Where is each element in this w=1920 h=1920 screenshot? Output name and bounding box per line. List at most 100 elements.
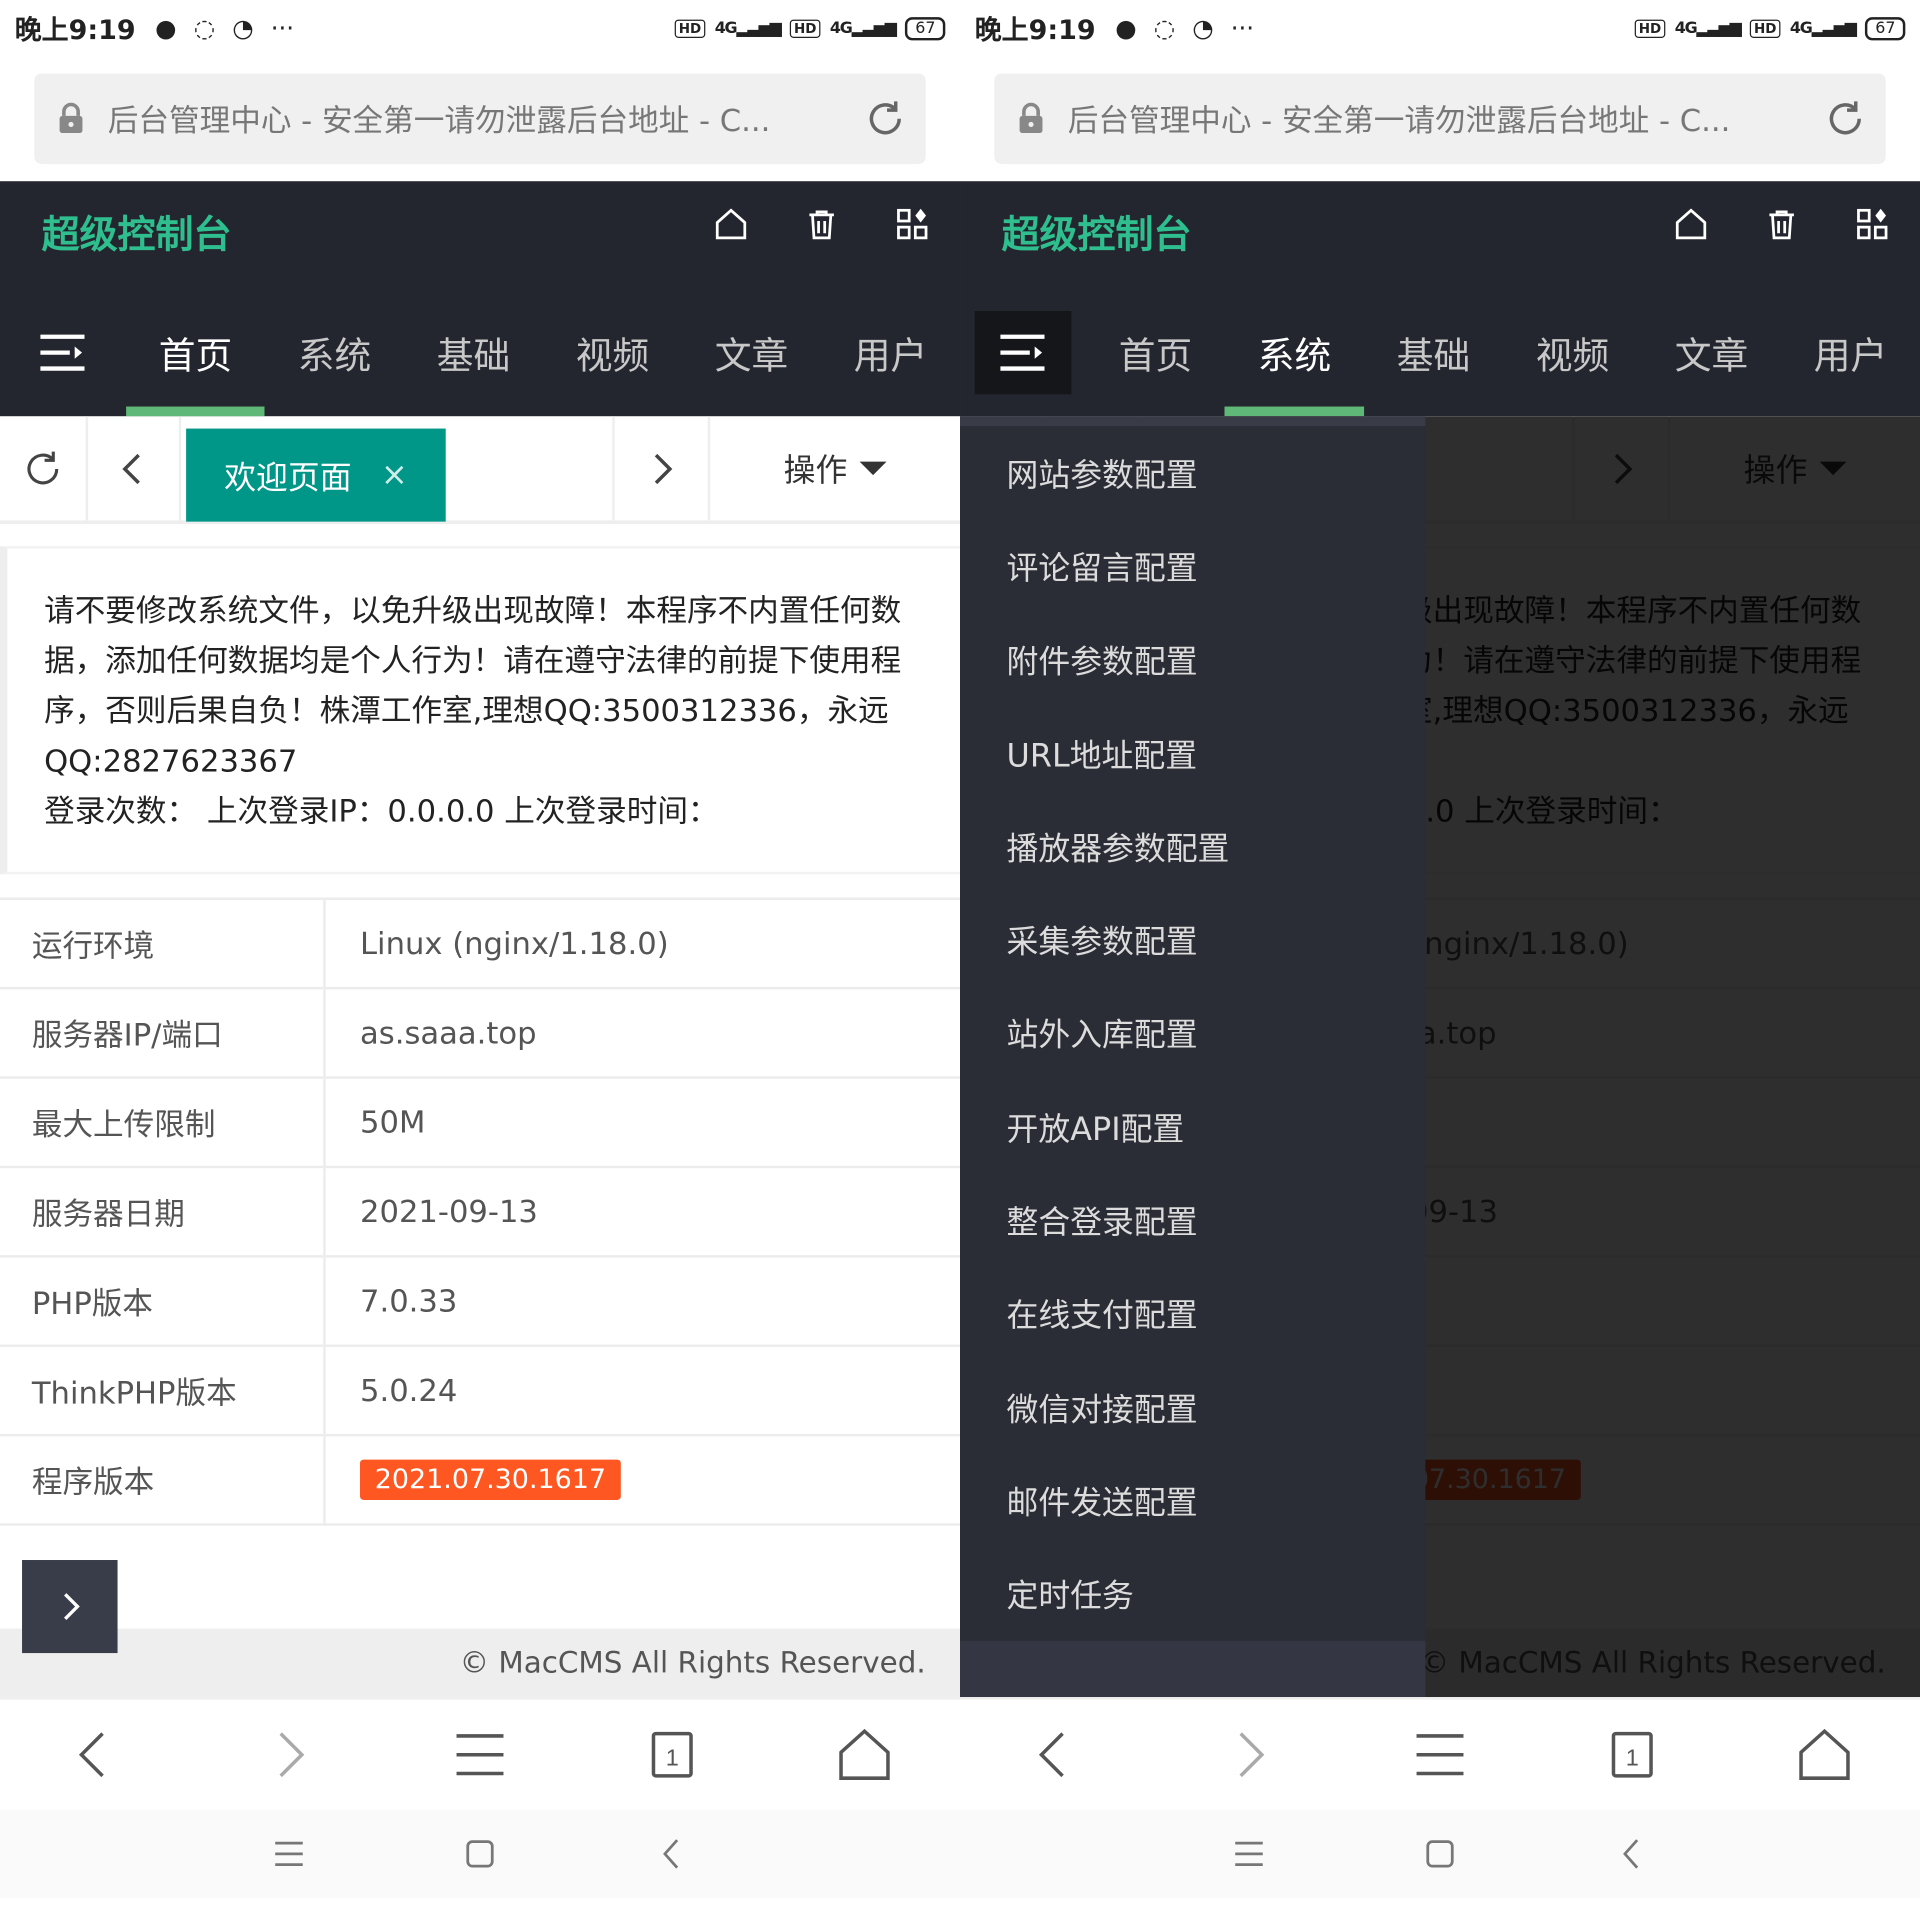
home-square-icon[interactable] bbox=[462, 1836, 499, 1873]
info-value: 50M bbox=[324, 1076, 961, 1167]
hd-badge: HD bbox=[1635, 18, 1665, 38]
back-triangle-icon[interactable] bbox=[1613, 1836, 1650, 1873]
refresh-icon bbox=[27, 451, 59, 484]
reload-icon[interactable] bbox=[1825, 98, 1867, 140]
menu-icon[interactable] bbox=[452, 1727, 508, 1783]
menu-item-attachment-config[interactable]: 附件参数配置 bbox=[960, 613, 1425, 706]
back-triangle-icon[interactable] bbox=[653, 1836, 690, 1873]
menu-toggle-button[interactable] bbox=[15, 311, 112, 394]
page-title[interactable]: 后台管理中心 - 安全第一请勿泄露后台地址 - C... bbox=[108, 97, 855, 141]
info-value: Linux (nginx/1.18.0) bbox=[324, 897, 961, 989]
forward-icon[interactable] bbox=[1220, 1727, 1276, 1783]
menu-item-comment-config[interactable]: 评论留言配置 bbox=[960, 520, 1425, 613]
version-badge: 2021.07.30.1617 bbox=[360, 1459, 621, 1501]
menu-item-url-config[interactable]: URL地址配置 bbox=[960, 706, 1425, 799]
info-value: 7.0.33 bbox=[324, 1255, 961, 1346]
operations-dropdown[interactable]: 操作 bbox=[710, 416, 960, 520]
nav-user[interactable]: 用户 bbox=[1781, 289, 1920, 416]
trash-icon[interactable] bbox=[803, 206, 840, 243]
home-icon[interactable] bbox=[836, 1727, 892, 1783]
menu-item-payment-config[interactable]: 在线支付配置 bbox=[960, 1267, 1425, 1360]
status-time: 晚上9:19 bbox=[14, 15, 136, 47]
brand-title: 超级控制台 bbox=[41, 213, 232, 258]
back-icon[interactable] bbox=[1028, 1727, 1084, 1783]
url-bar[interactable]: 后台管理中心 - 安全第一请勿泄露后台地址 - C... bbox=[994, 73, 1886, 165]
nav-basic[interactable]: 基础 bbox=[404, 289, 543, 416]
forward-icon[interactable] bbox=[260, 1727, 316, 1783]
tab-next-button[interactable] bbox=[615, 416, 711, 521]
tab-welcome[interactable]: 欢迎页面 × bbox=[186, 428, 446, 522]
menu-icon[interactable] bbox=[1412, 1727, 1468, 1783]
notice-box: 请不要修改系统文件，以免升级出现故障！本程序不内置任何数据，添加任何数据均是个人… bbox=[0, 546, 961, 875]
info-value: as.saaa.top bbox=[324, 986, 961, 1078]
back-icon[interactable] bbox=[68, 1727, 124, 1783]
table-row: 最大上传限制50M bbox=[0, 1076, 961, 1167]
menu-item-player-config[interactable]: 播放器参数配置 bbox=[960, 800, 1425, 893]
apps-icon[interactable] bbox=[1854, 206, 1891, 243]
apps-icon[interactable] bbox=[894, 206, 931, 243]
menu-bottom bbox=[960, 1640, 1426, 1698]
table-row: PHP版本7.0.33 bbox=[0, 1255, 961, 1346]
nav-system[interactable]: 系统 bbox=[265, 289, 404, 416]
menu-item-site-params[interactable]: 网站参数配置 bbox=[960, 426, 1425, 519]
menu-item-import-config[interactable]: 站外入库配置 bbox=[960, 987, 1425, 1080]
qq-penguin-icon: ● bbox=[1115, 13, 1137, 43]
home-icon[interactable] bbox=[1796, 1727, 1852, 1783]
nav-home[interactable]: 首页 bbox=[125, 289, 265, 417]
nav-user[interactable]: 用户 bbox=[821, 289, 960, 416]
tab-prev-button[interactable] bbox=[88, 416, 182, 521]
status-bar: 晚上9:19 ● ◌ ◔ ··· HD 4G▂▃▅▆ HD 4G▂▃▅▆ 67 bbox=[0, 0, 961, 57]
menu-item-cron-tasks[interactable]: 定时任务 bbox=[960, 1547, 1425, 1640]
lock-icon bbox=[1019, 102, 1043, 134]
browser-toolbar: 1 bbox=[0, 1697, 961, 1810]
home-icon[interactable] bbox=[713, 206, 750, 243]
menu-toggle-button[interactable] bbox=[974, 311, 1072, 395]
svg-text:1: 1 bbox=[665, 1744, 678, 1770]
menu-item-login-config[interactable]: 整合登录配置 bbox=[960, 1174, 1425, 1267]
tab-welcome-label: 欢迎页面 bbox=[224, 459, 352, 497]
qq-music-icon: ◔ bbox=[232, 13, 254, 43]
svg-text:1: 1 bbox=[1625, 1744, 1638, 1770]
status-time: 晚上9:19 bbox=[974, 15, 1096, 47]
system-nav-bar bbox=[960, 1809, 1920, 1898]
reload-icon[interactable] bbox=[864, 98, 906, 140]
info-label: 服务器日期 bbox=[0, 1165, 326, 1257]
nav-article[interactable]: 文章 bbox=[682, 289, 821, 416]
url-bar[interactable]: 后台管理中心 - 安全第一请勿泄露后台地址 - C... bbox=[34, 73, 926, 165]
admin-header: 超级控制台 首页 系统 基础 视频 文章 用户 bbox=[960, 181, 1920, 417]
info-label: 最大上传限制 bbox=[0, 1076, 326, 1167]
browser-toolbar: 1 bbox=[960, 1697, 1920, 1810]
menu-item-api-config[interactable]: 开放API配置 bbox=[960, 1080, 1425, 1173]
recent-apps-icon[interactable] bbox=[271, 1836, 308, 1873]
nav-video[interactable]: 视频 bbox=[543, 289, 682, 416]
admin-header: 超级控制台 首页 系统 基础 视频 文章 用户 bbox=[0, 181, 961, 417]
tabs-icon[interactable]: 1 bbox=[1604, 1727, 1660, 1783]
server-info-table: 运行环境Linux (nginx/1.18.0) 服务器IP/端口as.saaa… bbox=[0, 897, 961, 1526]
trash-icon[interactable] bbox=[1763, 206, 1800, 243]
refresh-tab-button[interactable] bbox=[0, 416, 89, 521]
brand-title: 超级控制台 bbox=[1001, 213, 1192, 258]
home-square-icon[interactable] bbox=[1422, 1836, 1459, 1873]
menu-item-collect-config[interactable]: 采集参数配置 bbox=[960, 893, 1425, 986]
page-title[interactable]: 后台管理中心 - 安全第一请勿泄露后台地址 - C... bbox=[1068, 97, 1815, 141]
menu-item-wechat-config[interactable]: 微信对接配置 bbox=[960, 1360, 1425, 1453]
expand-button[interactable] bbox=[22, 1560, 118, 1654]
home-icon[interactable] bbox=[1673, 206, 1710, 243]
close-icon[interactable]: × bbox=[381, 457, 408, 494]
battery-icon: 67 bbox=[1865, 16, 1906, 40]
recent-apps-icon[interactable] bbox=[1231, 1836, 1268, 1873]
nav-home[interactable]: 首页 bbox=[1086, 289, 1225, 416]
info-value: 5.0.24 bbox=[324, 1344, 961, 1436]
nav-video[interactable]: 视频 bbox=[1503, 289, 1642, 416]
tabs-icon[interactable]: 1 bbox=[644, 1727, 700, 1783]
menu-item-email-config[interactable]: 邮件发送配置 bbox=[960, 1454, 1425, 1547]
nav-system[interactable]: 系统 bbox=[1224, 289, 1364, 417]
info-label: 服务器IP/端口 bbox=[0, 986, 326, 1078]
table-row: 服务器日期2021-09-13 bbox=[0, 1165, 961, 1257]
nav-article[interactable]: 文章 bbox=[1642, 289, 1781, 416]
info-value: 2021-09-13 bbox=[324, 1165, 961, 1257]
lock-icon bbox=[59, 102, 83, 134]
signal-icon: 4G▂▃▅▆ bbox=[1674, 18, 1742, 38]
hd-badge-2: HD bbox=[790, 18, 821, 38]
nav-basic[interactable]: 基础 bbox=[1364, 289, 1503, 416]
